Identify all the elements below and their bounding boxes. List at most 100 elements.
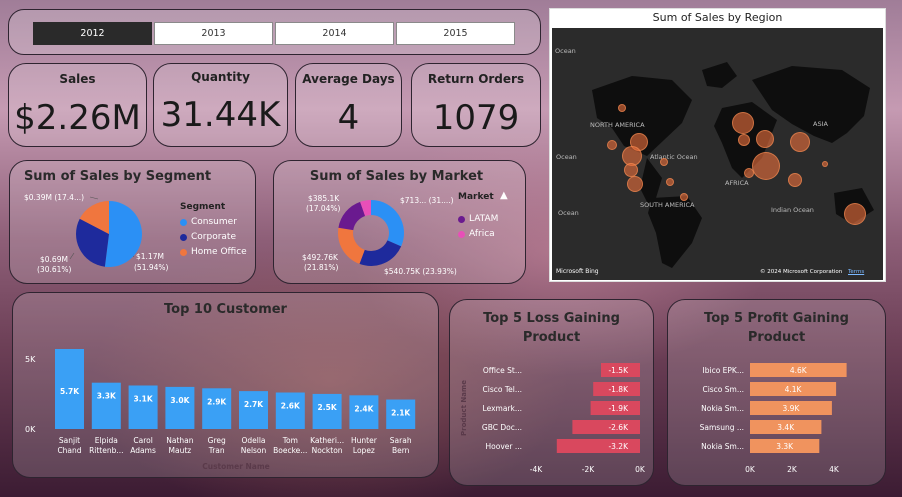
bar[interactable] [239,391,268,429]
donut-slice[interactable] [371,200,404,247]
donut-slice[interactable] [338,227,365,264]
y-tick-label: Samsung ... [700,423,744,432]
legend-scroll-up-icon[interactable]: ▲ [500,190,508,201]
x-tick-label: Nockton [312,446,343,455]
x-tick-label: Adams [130,446,156,455]
map-bubble[interactable] [624,163,638,177]
y-tick-label: Cisco Tel... [483,385,522,394]
y-tick-label: Cisco Sm... [702,385,744,394]
y-tick-label: GBC Doc... [482,423,522,432]
bar-data-label: 5.7K [60,387,80,396]
bar[interactable] [275,392,305,429]
kpi-label: Return Orders [427,72,525,86]
bar[interactable] [165,386,195,429]
legend-item-latam[interactable]: LATAM [458,214,498,224]
legend-item-home-office[interactable]: Home Office [180,247,247,257]
bubble-map[interactable]: Ocean NORTH AMERICA Ocean Atlantic Ocean… [552,28,883,280]
bar[interactable] [202,388,232,429]
map-bubble[interactable] [660,158,668,166]
bar-data-label: 2.5K [318,403,338,412]
map-bubble[interactable] [666,178,674,186]
donut-slice[interactable] [338,201,366,231]
x-tick-label: Nelson [241,446,267,455]
map-bubble[interactable] [756,130,774,148]
bar-data-label: 3.3K [97,392,117,401]
legend-dot-icon [458,230,465,238]
x-tick-label: Nathan [166,436,193,445]
x-tick-label: Carol [133,436,152,445]
legend-dot-icon [180,248,187,256]
top-customer-bar-chart: 5K 0K 5.7K SanjitChand 3.3K ElpidaRittenb... 3… [25,349,416,471]
legend-dot-icon [180,218,187,226]
map-label-south-america: SOUTH AMERICA [640,201,695,209]
bar[interactable] [91,382,121,429]
segment-pie-card: Sum of Sales by Segment $0.39M (17.4...)… [9,160,256,284]
market-label-d: $385.1K [308,194,340,203]
x-tick-label: Chand [57,446,81,455]
bar-data-label: 3.9K [783,404,801,413]
map-label-indian-ocean: Indian Ocean [771,206,814,214]
map-bubble[interactable] [752,152,780,180]
bar-data-label: 2.4K [354,404,374,413]
year-button-2015[interactable]: 2015 [396,22,515,45]
bar-data-label: 4.1K [785,385,803,394]
map-bubble[interactable] [738,134,750,146]
y-tick-label: Lexmark... [483,404,522,413]
market-label-b: $540.75K (23.93%) [384,267,457,276]
donut-slice[interactable] [359,240,402,266]
x-tick-label: Sanjit [59,436,80,445]
kpi-value: 4 [337,98,360,138]
bar-data-label: 2.9K [207,397,227,406]
map-label-atlantic: Atlantic Ocean [650,153,698,161]
year-button-2014[interactable]: 2014 [275,22,394,45]
map-bubble[interactable] [788,173,802,187]
x-tick-label: Lopez [353,446,375,455]
map-bubble[interactable] [744,168,754,178]
map-label-north-america: NORTH AMERICA [590,121,645,129]
map-title: Sum of Sales by Region [652,11,783,24]
loss-product-card: Top 5 Loss Gaining Product -1.5K Office S… [449,299,654,486]
legend-item-consumer[interactable]: Consumer [180,217,247,227]
kpi-value: 31.44K [160,95,281,135]
map-bubble[interactable] [607,140,617,150]
bar[interactable] [572,420,640,434]
legend-item-corporate[interactable]: Corporate [180,232,247,242]
x-tick-label: Mautz [169,446,192,455]
bar-data-label: 3.3K [776,442,794,451]
x-tick-label: 0K [745,465,756,474]
map-bubble[interactable] [844,203,866,225]
bing-logo: Microsoft Bing [556,268,599,275]
y-axis-title: Product Name [460,380,468,436]
x-tick-label: Tom [282,436,298,445]
map-terms-link[interactable]: Terms [848,269,864,275]
y-tick-label: Ibico EPK... [703,366,744,375]
map-bubble[interactable] [822,161,828,167]
map-ocean-label: Ocean [555,47,576,55]
x-tick-label: Odella [241,436,265,445]
map-bubble[interactable] [627,176,643,192]
x-tick-label: Bern [392,446,410,455]
map-bubble[interactable] [790,132,810,152]
x-tick-label: Rittenb... [89,446,123,455]
profit-bar-chart: 4.6K Ibico EPK... 4.1K Cisco Sm... 3.9K Nokia… [700,363,847,474]
x-tick-label: Greg [208,436,226,445]
bar-data-label: 2.1K [391,409,411,418]
loss-bar-chart: -1.5K Office St... -1.8K Cisco Tel... -1.9K L… [460,363,646,474]
legend-item-africa[interactable]: Africa [458,229,498,239]
year-button-2012[interactable]: 2012 [33,22,152,45]
year-slicer: 2012 2013 2014 2015 [8,9,541,55]
kpi-sales-card: Sales $2.26M [8,63,147,147]
market-label-c: $492.76K [302,253,339,262]
kpi-value: 1079 [432,98,520,138]
market-label-c-pct: (21.81%) [304,263,339,272]
map-bubble[interactable] [732,112,754,134]
map-bubble[interactable] [618,104,626,112]
bar-data-label: 3.1K [134,394,154,403]
x-tick-label: Sarah [390,436,412,445]
bar-data-label: -1.5K [608,366,629,375]
bar[interactable] [128,385,158,429]
market-label-a: $713... (31....) [400,196,454,205]
year-button-2013[interactable]: 2013 [154,22,273,45]
map-bubble[interactable] [680,193,688,201]
market-legend-title: Market [458,192,494,202]
